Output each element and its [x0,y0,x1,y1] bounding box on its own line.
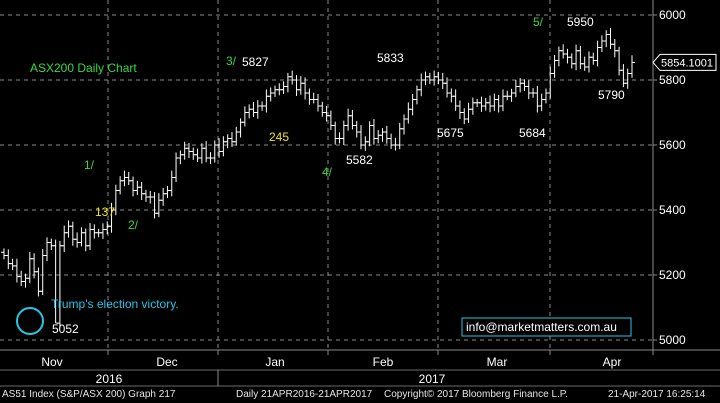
last-price-tag: 5854.1001 [652,53,717,71]
wave-label-4: 4/ [322,165,333,179]
chart-panel: 5000 5200 5400 5600 5800 6000 Nov Dec Jan Feb Mar… [0,0,720,403]
level-label-5950: 5950 [567,15,594,29]
asx200-daily-chart: 5000 5200 5400 5600 5800 6000 Nov Dec Jan Feb Mar… [0,0,720,387]
footer-period: Daily 21APR2016-21APR2017 [236,389,373,400]
wave-label-2: 2/ [128,218,139,232]
month-label-dec: Dec [156,355,177,369]
level-label-5833: 5833 [377,51,404,65]
month-label-jan: Jan [265,355,284,369]
level-label-5827: 5827 [242,55,269,69]
footer-security: AS51 Index (S&P/ASX 200) Graph 217 [2,389,176,400]
site-link[interactable]: info@marketmatters.com.au [466,320,617,334]
count-label-245: 245 [269,130,289,144]
year-label-2016: 2016 [96,372,123,386]
y-tick-label: 5600 [659,138,686,152]
footer-copyright: Copyright© 2017 Bloomberg Finance L.P. [384,389,568,400]
level-label-5684: 5684 [519,126,546,140]
wave-label-3: 3/ [226,54,237,68]
month-label-nov: Nov [41,355,62,369]
y-tick-label: 6000 [659,8,686,22]
last-price-label: 5854.1001 [661,57,713,69]
chart-title: ASX200 Daily Chart [30,61,137,75]
election-annotation: Trump's election victory. [51,297,179,311]
level-label-5052: 5052 [52,322,79,336]
level-label-5675: 5675 [437,126,464,140]
level-label-5790: 5790 [598,88,625,102]
y-tick-label: 5800 [659,73,686,87]
footer-timestamp: 21-Apr-2017 16:25:14 [608,389,706,400]
wave-label-5: 5/ [533,15,544,29]
wave-label-1: 1/ [84,158,95,172]
status-footer: AS51 Index (S&P/ASX 200) Graph 217 Daily… [0,387,720,403]
month-label-feb: Feb [373,355,394,369]
year-label-2017: 2017 [419,372,446,386]
level-label-5582: 5582 [346,153,373,167]
month-label-apr: Apr [603,355,622,369]
y-tick-label: 5000 [659,333,686,347]
y-tick-label: 5200 [659,268,686,282]
y-tick-label: 5400 [659,203,686,217]
month-label-mar: Mar [487,355,508,369]
count-label-137: 137 [95,205,115,219]
